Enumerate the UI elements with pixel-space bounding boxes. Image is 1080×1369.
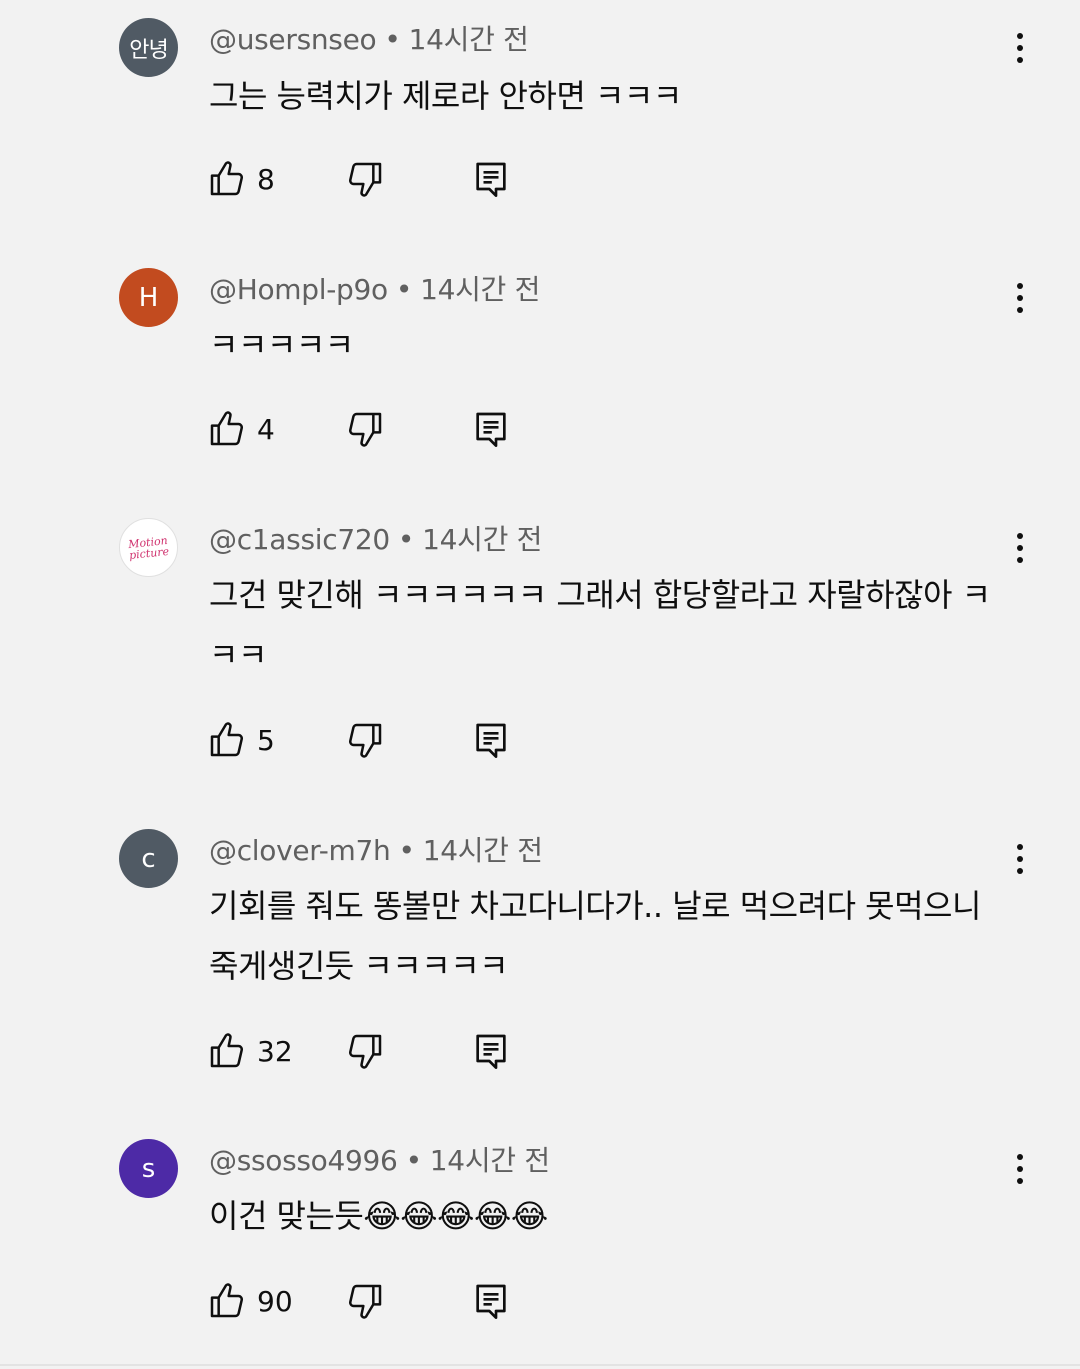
comment-time[interactable]: 14시간 전 — [409, 23, 529, 56]
comment-time[interactable]: 14시간 전 — [423, 834, 543, 867]
more-vert-icon[interactable] — [1004, 528, 1036, 568]
comment-time[interactable]: 14시간 전 — [422, 523, 542, 556]
reply-icon — [471, 409, 511, 449]
author-name[interactable]: @usersnseo — [209, 23, 377, 56]
thumbs-down-icon — [345, 720, 385, 760]
avatar-logo-text: Motion picture — [127, 533, 170, 562]
separator-dot: • — [397, 523, 415, 556]
comment-meta: @clover-m7h • 14시간 전 — [209, 829, 543, 869]
reply-button[interactable] — [471, 1031, 511, 1071]
dislike-button[interactable] — [345, 409, 385, 449]
comment-text: 그건 맞긴해 ㅋㅋㅋㅋㅋㅋ 그래서 합당할라고 자랄하잖아 ㅋㅋㅋ — [209, 576, 991, 674]
more-vert-icon[interactable] — [1004, 278, 1036, 318]
comment-meta: @ssosso4996 • 14시간 전 — [209, 1139, 550, 1179]
comment-text: ㅋㅋㅋㅋㅋ — [209, 326, 354, 364]
like-count: 8 — [257, 162, 275, 196]
thumbs-down-icon — [345, 1031, 385, 1071]
author-name[interactable]: @Hompl-p9o — [209, 273, 388, 306]
like-count: 32 — [257, 1034, 293, 1068]
author-name[interactable]: @c1assic720 — [209, 523, 390, 556]
reply-button[interactable] — [471, 720, 511, 760]
reply-button[interactable] — [471, 409, 511, 449]
dislike-button[interactable] — [345, 720, 385, 760]
like-count: 4 — [257, 412, 275, 446]
like-button[interactable]: 90 — [207, 1281, 293, 1321]
thumbs-down-icon — [345, 409, 385, 449]
avatar[interactable]: s — [119, 1139, 178, 1198]
author-name[interactable]: @clover-m7h — [209, 834, 391, 867]
separator-dot: • — [384, 23, 401, 56]
comment-text: 그는 능력치가 제로라 안하면 ㅋㅋㅋ — [209, 77, 682, 115]
comment-actions: 5 — [207, 720, 607, 760]
like-button[interactable]: 8 — [207, 159, 275, 199]
avatar[interactable]: H — [119, 268, 178, 327]
comment-meta: @c1assic720 • 14시간 전 — [209, 518, 542, 558]
reply-icon — [471, 720, 511, 760]
like-button[interactable]: 5 — [207, 720, 275, 760]
thumbs-up-icon — [207, 159, 247, 199]
separator-dot: • — [395, 273, 413, 306]
comment-text: 기회를 줘도 똥볼만 차고다니다가.. 날로 먹으려다 못먹으니 죽게생긴듯 ㅋ… — [209, 887, 981, 985]
avatar[interactable]: Motion picture — [119, 518, 178, 577]
reply-icon — [471, 1281, 511, 1321]
more-vert-icon[interactable] — [1004, 28, 1036, 68]
dislike-button[interactable] — [345, 1281, 385, 1321]
comment-actions: 8 — [207, 159, 607, 199]
avatar[interactable]: c — [119, 829, 178, 888]
thumbs-down-icon — [345, 159, 385, 199]
like-count: 5 — [257, 723, 275, 757]
thumbs-up-icon — [207, 1031, 247, 1071]
thumbs-up-icon — [207, 409, 247, 449]
thumbs-down-icon — [345, 1281, 385, 1321]
comment-time[interactable]: 14시간 전 — [420, 273, 540, 306]
divider — [0, 1364, 1080, 1366]
comment-time[interactable]: 14시간 전 — [430, 1144, 550, 1177]
more-vert-icon[interactable] — [1004, 839, 1036, 879]
like-button[interactable]: 32 — [207, 1031, 293, 1071]
reply-icon — [471, 1031, 511, 1071]
comment-meta: @usersnseo • 14시간 전 — [209, 18, 529, 58]
comment-actions: 90 — [207, 1281, 607, 1321]
separator-dot: • — [405, 1144, 423, 1177]
reply-button[interactable] — [471, 1281, 511, 1321]
comment-meta: @Hompl-p9o • 14시간 전 — [209, 268, 540, 308]
comment-actions: 32 — [207, 1031, 607, 1071]
thumbs-up-icon — [207, 720, 247, 760]
comment-text: 이건 맞는듯😂😂😂😂😂 — [209, 1197, 548, 1235]
like-count: 90 — [257, 1284, 293, 1318]
author-name[interactable]: @ssosso4996 — [209, 1144, 398, 1177]
avatar[interactable]: 안녕 — [119, 18, 178, 77]
dislike-button[interactable] — [345, 1031, 385, 1071]
reply-button[interactable] — [471, 159, 511, 199]
thumbs-up-icon — [207, 1281, 247, 1321]
comment-actions: 4 — [207, 409, 607, 449]
separator-dot: • — [398, 834, 415, 867]
like-button[interactable]: 4 — [207, 409, 275, 449]
more-vert-icon[interactable] — [1004, 1149, 1036, 1189]
dislike-button[interactable] — [345, 159, 385, 199]
reply-icon — [471, 159, 511, 199]
